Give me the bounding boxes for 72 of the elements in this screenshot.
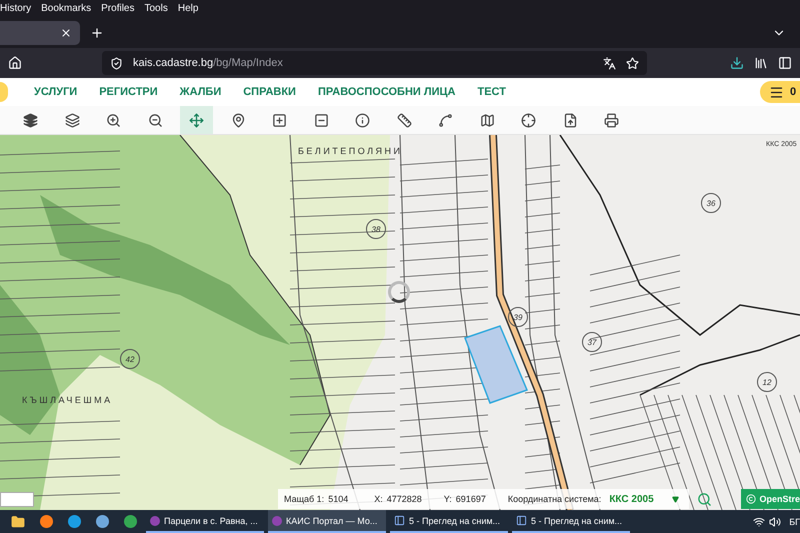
polyline-icon [438, 112, 453, 128]
ruler-icon [396, 112, 412, 128]
scale-value: 5104 [328, 494, 348, 504]
nav-link[interactable]: ТЕСТ [477, 86, 506, 98]
sidebar-icon[interactable] [778, 56, 792, 70]
shield-icon[interactable] [110, 56, 123, 70]
nav-link[interactable]: РЕГИСТРИ [99, 86, 158, 98]
volume-icon[interactable] [769, 516, 782, 528]
layers-filled-icon [23, 112, 38, 128]
logo-mark [0, 82, 8, 102]
y-label: Y: [444, 494, 452, 504]
crosshair-icon [521, 112, 536, 128]
map-area-number: 37 [582, 332, 602, 352]
print-icon [604, 112, 619, 128]
home-icon[interactable] [8, 56, 22, 70]
new-tab-icon[interactable] [90, 26, 104, 40]
info-icon [355, 112, 370, 128]
caret-icon [672, 496, 679, 502]
map-area-number: 39 [508, 307, 528, 327]
x-value: 4772828 [386, 494, 422, 504]
menu-icon [769, 84, 784, 100]
zoom-out-icon [148, 112, 162, 128]
taskbar-button[interactable]: 5 - Преглед на сним... [390, 510, 508, 533]
map-area-number: 12 [757, 372, 777, 392]
map-area-number: 42 [120, 349, 140, 369]
taskbar-button[interactable]: КАИС Портал — Мо... [268, 510, 386, 533]
layers-icon [64, 112, 80, 128]
loading-spinner-icon [388, 281, 410, 303]
download-icon[interactable] [730, 56, 744, 70]
menu-button[interactable]: 0 [760, 81, 800, 103]
square-minus-icon [314, 112, 328, 128]
taskbar-button[interactable]: 5 - Преглед на сним... [512, 510, 630, 533]
map-place-label: БЕЛИТЕПОЛЯНИ [298, 146, 403, 156]
scale-bar [0, 492, 34, 506]
map-pin-icon [230, 112, 246, 128]
browser-menu-item[interactable]: Bookmarks [41, 3, 92, 14]
square-plus-icon [272, 112, 287, 128]
file-upload-icon [562, 112, 578, 128]
browser-menu-item[interactable]: Help [178, 3, 198, 14]
app-icon [272, 516, 282, 526]
search-icon[interactable] [696, 492, 712, 506]
nav-link[interactable]: СПРАВКИ [243, 86, 296, 98]
nav-link[interactable]: ЖАЛБИ [180, 86, 222, 98]
window-icon [516, 515, 527, 526]
library-icon[interactable] [754, 56, 768, 70]
window-icon [394, 515, 405, 526]
crs-select[interactable]: ККС 2005 [605, 494, 683, 504]
wifi-icon[interactable] [753, 516, 766, 528]
browser-menu-item[interactable]: Tools [144, 3, 168, 14]
star-icon[interactable] [626, 56, 639, 70]
map-icon [480, 112, 494, 128]
y-value: 691697 [456, 494, 486, 504]
map-area-number: 36 [701, 193, 721, 213]
browser-menu-item[interactable]: History [0, 3, 32, 14]
crs-label: Координатна система: [508, 494, 602, 504]
translate-icon[interactable] [603, 56, 616, 70]
address-field[interactable]: kais.cadastre.bg/bg/Map/Index [102, 51, 647, 75]
language-indicator[interactable]: БГ [789, 516, 800, 526]
copyright-icon [746, 494, 756, 504]
scale-label: Мащаб 1: [284, 494, 324, 504]
zoom-in-icon [106, 112, 121, 128]
cadastral-map-drawing[interactable] [0, 135, 800, 510]
map-area-number: 38 [366, 219, 386, 239]
app-icon [150, 516, 160, 526]
map-tool-button[interactable] [180, 106, 213, 134]
nav-link[interactable]: ПРАВОСПОСОБНИ ЛИЦА [318, 86, 456, 98]
close-icon[interactable] [60, 26, 72, 38]
nav-link[interactable]: УСЛУГИ [34, 86, 78, 98]
taskbar-button[interactable]: Парцели в с. Равна, ... [146, 510, 264, 533]
x-label: X: [374, 494, 383, 504]
browser-menu-item[interactable]: Profiles [101, 3, 134, 14]
move-icon [189, 112, 204, 128]
